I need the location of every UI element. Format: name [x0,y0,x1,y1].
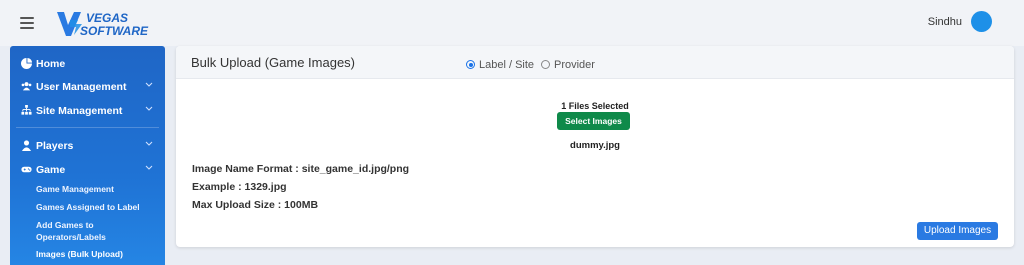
svg-text:VEGAS: VEGAS [86,11,128,25]
files-selected-count: 1 Files Selected [561,101,629,111]
sidebar-item-game[interactable]: Game [10,161,165,181]
bulk-upload-card: Bulk Upload (Game Images) Label / Site P… [176,46,1014,247]
sidebar-item-label: Site Management [36,105,123,117]
sidebar-subitem-images-bulk-upload[interactable]: Images (Bulk Upload) [36,248,123,260]
max-upload-size-text: Max Upload Size : 100MB [192,199,319,211]
upload-images-button[interactable]: Upload Images [917,222,998,240]
user-icon [21,140,32,151]
pie-chart-icon [21,58,32,69]
sidebar-item-home[interactable]: Home [10,55,165,75]
card-header: Bulk Upload (Game Images) Label / Site P… [176,46,1014,79]
example-text: Example : 1329.jpg [192,181,287,193]
vegas-software-logo[interactable]: VEGAS SOFTWARE [56,9,156,39]
selected-file-name: dummy.jpg [570,140,620,151]
sidebar-item-user-management[interactable]: User Management [10,78,165,98]
radio-provider[interactable]: Provider [541,59,595,71]
page-title: Bulk Upload (Game Images) [191,55,356,70]
sidebar-item-label: User Management [36,81,127,93]
sidebar-item-site-management[interactable]: Site Management [10,102,165,122]
sidebar-subitem-add-games-to-operators[interactable]: Add Games to [36,219,94,231]
chevron-down-icon [145,165,153,170]
chevron-down-icon [145,82,153,87]
radio-label-text: Provider [554,59,595,71]
chevron-down-icon [145,106,153,111]
sidebar-subitem-game-management[interactable]: Game Management [36,183,114,195]
sidebar: Home User Management Site Management Pla… [10,46,165,265]
radio-label-site[interactable]: Label / Site [466,59,534,71]
user-name[interactable]: Sindhu [928,16,962,28]
sidebar-item-players[interactable]: Players [10,137,165,157]
svg-text:SOFTWARE: SOFTWARE [80,24,149,38]
users-icon [21,82,32,91]
select-images-button[interactable]: Select Images [557,112,630,130]
sidebar-subitem-games-assigned-to-label[interactable]: Games Assigned to Label [36,201,140,213]
sidebar-item-label: Players [36,140,74,152]
sidebar-item-label: Home [36,58,66,70]
sidebar-subitem-add-games-to-operators-line2[interactable]: Operators/Labels [36,231,106,243]
radio-checked-icon[interactable] [466,60,475,69]
avatar[interactable] [971,11,992,32]
chevron-down-icon [145,141,153,146]
top-bar: VEGAS SOFTWARE Sindhu [0,0,1024,46]
radio-unchecked-icon[interactable] [541,60,550,69]
radio-label-text: Label / Site [479,59,535,71]
sitemap-icon [21,105,32,115]
hamburger-icon[interactable] [20,17,34,29]
gamepad-icon [21,166,32,173]
image-name-format-text: Image Name Format : site_game_id.jpg/png [192,163,410,175]
sidebar-item-label: Game [36,164,66,176]
sidebar-divider [16,127,159,128]
